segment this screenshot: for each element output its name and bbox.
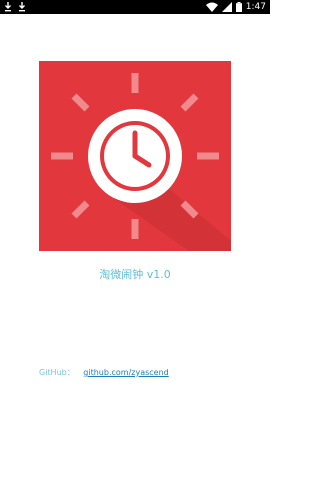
github-link[interactable]: github.com/zyascend <box>83 368 168 377</box>
battery-icon <box>235 2 242 12</box>
system-icons: 1:47 <box>205 0 266 14</box>
download-icon <box>18 1 26 13</box>
github-label: GitHub： <box>39 368 75 377</box>
notification-icons <box>4 1 26 13</box>
wifi-icon <box>205 2 218 12</box>
download-icon <box>4 1 12 13</box>
alarm-clock-sun-icon <box>39 61 231 251</box>
signal-icon <box>221 2 232 12</box>
github-row: GitHub： github.com/zyascend <box>39 367 169 379</box>
status-time: 1:47 <box>245 2 266 12</box>
status-bar: 1:47 <box>0 0 270 14</box>
app-logo <box>39 61 231 251</box>
app-title: 淘微闹钟 v1.0 <box>99 268 171 281</box>
